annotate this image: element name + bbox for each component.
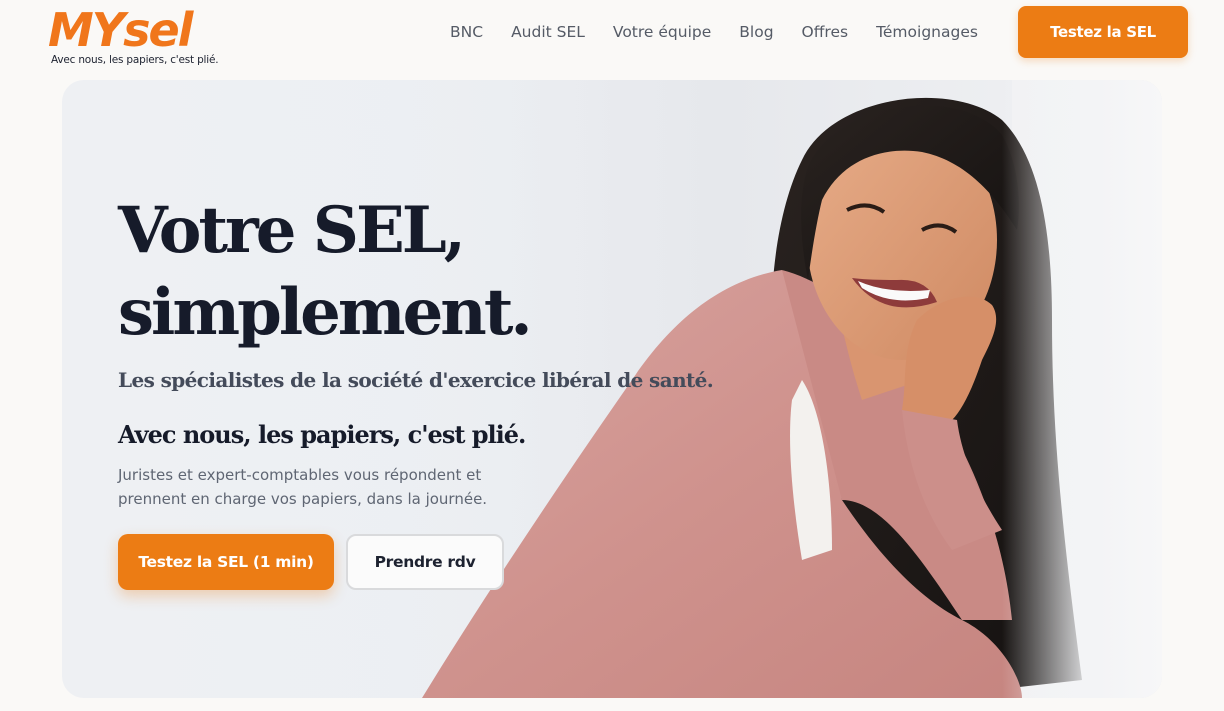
nav-item-bnc[interactable]: BNC — [450, 20, 483, 44]
header-cta-button[interactable]: Testez la SEL — [1018, 6, 1188, 58]
hero-buttons: Testez la SEL (1 min) Prendre rdv — [118, 534, 504, 590]
main-nav: BNC Audit SEL Votre équipe Blog Offres T… — [450, 20, 978, 44]
test-sel-button[interactable]: Testez la SEL (1 min) — [118, 534, 334, 590]
hero-subtitle: Les spécialistes de la société d'exercic… — [118, 368, 714, 392]
logo[interactable]: MYsel Avec nous, les papiers, c'est plié… — [48, 4, 228, 72]
nav-item-audit-sel[interactable]: Audit SEL — [511, 20, 585, 44]
hero-content: Votre SEL, simplement. Les spécialistes … — [118, 190, 758, 511]
nav-item-temoignages[interactable]: Témoignages — [876, 20, 978, 44]
hero-description: Juristes et expert-comptables vous répon… — [118, 466, 488, 508]
hero-tagline: Avec nous, les papiers, c'est plié. — [118, 420, 526, 449]
logo-tagline: Avec nous, les papiers, c'est plié. — [51, 54, 219, 66]
prendre-rdv-button[interactable]: Prendre rdv — [346, 534, 504, 590]
hero-backdrop — [1002, 80, 1162, 698]
nav-item-votre-equipe[interactable]: Votre équipe — [613, 20, 711, 44]
hero-title: Votre SEL, simplement. — [118, 190, 758, 354]
site-header: MYsel Avec nous, les papiers, c'est plié… — [0, 0, 1224, 78]
nav-item-offres[interactable]: Offres — [802, 20, 849, 44]
nav-item-blog[interactable]: Blog — [739, 20, 773, 44]
logo-wordmark: MYsel — [48, 3, 193, 57]
hero-section: Votre SEL, simplement. Les spécialistes … — [62, 80, 1162, 698]
hero-title-line-1: Votre SEL, — [118, 193, 466, 268]
hero-title-line-2: simplement. — [118, 275, 533, 350]
